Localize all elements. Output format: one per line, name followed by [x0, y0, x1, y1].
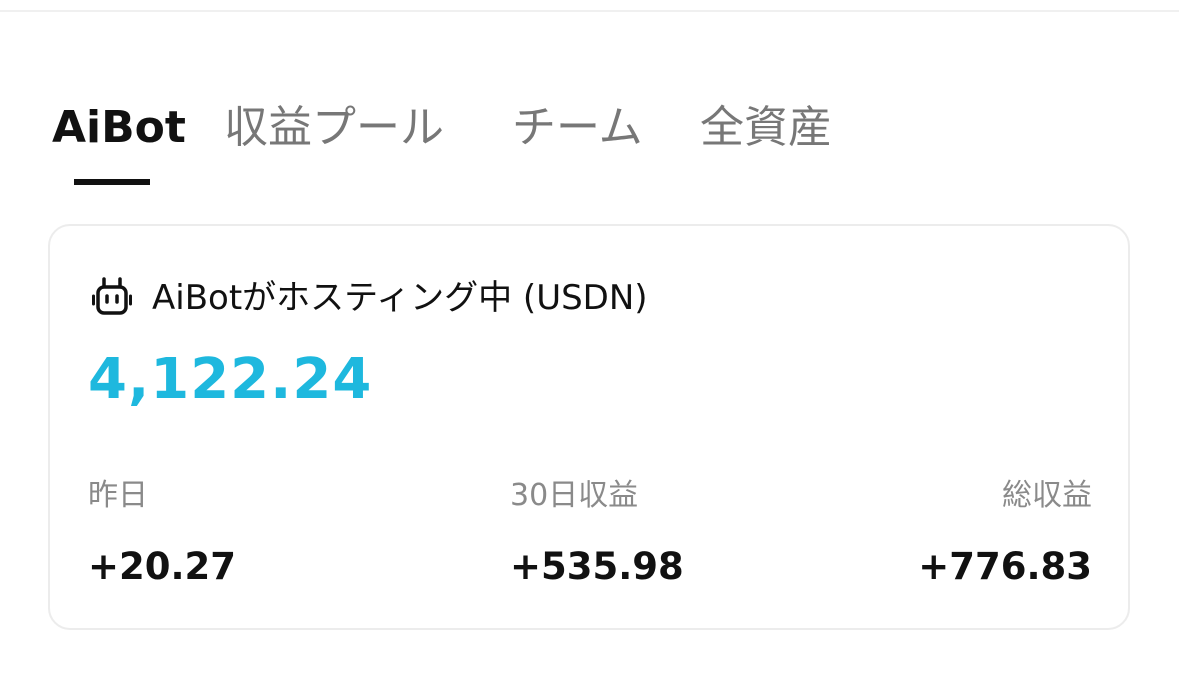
stat-label-30day: 30日収益 — [510, 478, 639, 513]
top-divider — [0, 10, 1179, 12]
card-title: AiBotがホスティング中 (USDN) — [152, 278, 648, 318]
hosting-balance: 4,122.24 — [88, 347, 373, 412]
aibot-hosting-card: AiBotがホスティング中 (USDN) 4,122.24 昨日 30日収益 総… — [48, 224, 1130, 630]
tab-profit-pool[interactable]: 収益プール — [224, 98, 444, 158]
stat-value-yesterday: +20.27 — [88, 545, 237, 588]
active-tab-indicator — [74, 179, 150, 185]
card-header: AiBotがホスティング中 (USDN) — [92, 274, 648, 322]
tab-bar: AiBot 収益プール チーム 全資産 — [52, 98, 1152, 198]
tab-aibot[interactable]: AiBot — [52, 98, 186, 158]
stat-label-yesterday: 昨日 — [88, 478, 148, 513]
stat-value-total: +776.83 — [918, 545, 1092, 588]
robot-icon — [92, 276, 132, 320]
tab-team[interactable]: チーム — [512, 98, 643, 158]
tab-all-assets[interactable]: 全資産 — [700, 98, 832, 158]
page: AiBot 収益プール チーム 全資産 AiBotがホスティング中 (USDN)… — [0, 0, 1179, 698]
stat-label-total: 総収益 — [1002, 478, 1092, 513]
stat-value-30day: +535.98 — [510, 545, 684, 588]
